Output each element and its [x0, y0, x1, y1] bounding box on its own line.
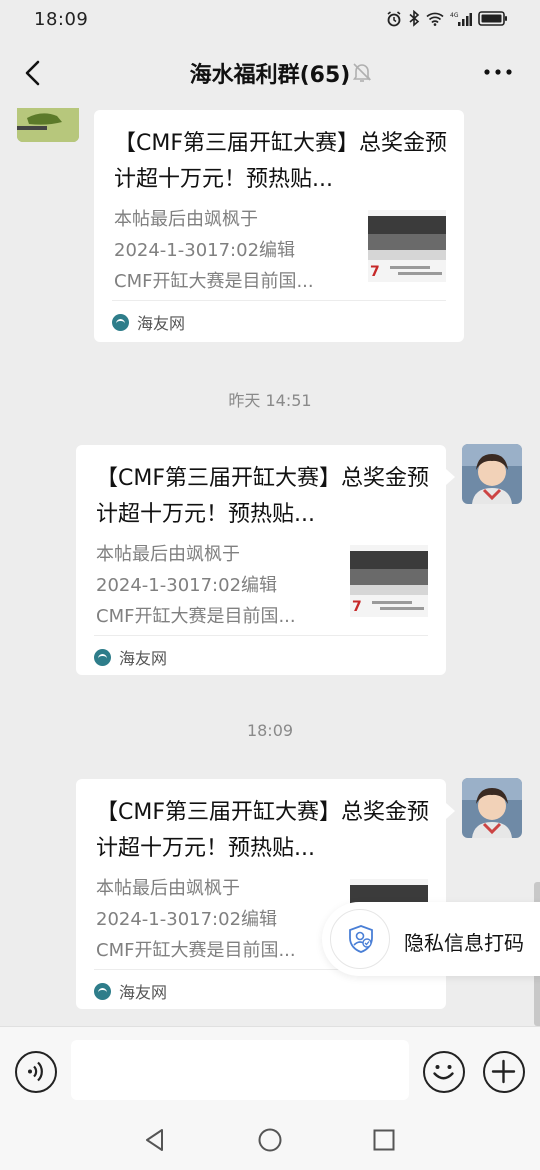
more-icon — [484, 69, 512, 75]
chat-header: 海水福利群(65) — [0, 40, 540, 108]
card-desc-line: 2024-1-3017:02编辑 — [114, 240, 296, 261]
card-desc-line: 本帖最后由飒枫于 — [96, 878, 240, 899]
privacy-label: 隐私信息打码 — [404, 931, 524, 955]
card-description: 本帖最后由飒枫于 2024-1-3017:02编辑 CMF开缸大赛是目前国... — [96, 539, 336, 632]
avatar-self[interactable] — [462, 444, 522, 504]
status-bar: 18:09 4G — [0, 0, 540, 40]
privacy-mask-button[interactable]: 隐私信息打码 — [322, 902, 540, 976]
card-thumbnail: 7 — [368, 210, 446, 282]
link-card[interactable]: 【CMF第三届开缸大赛】总奖金预计超十万元！预热贴... 本帖最后由飒枫于 20… — [76, 445, 446, 675]
avatar-sender[interactable] — [17, 108, 79, 142]
card-source: 海友网 — [94, 645, 167, 669]
card-desc-line: CMF开缸大赛是目前国... — [96, 940, 296, 961]
card-source: 海友网 — [112, 310, 185, 334]
alarm-icon — [386, 10, 402, 27]
time-separator: 18:09 — [246, 721, 294, 740]
shield-user-icon — [349, 925, 373, 953]
card-source-name: 海友网 — [119, 649, 168, 668]
bubble-tail — [446, 803, 455, 819]
voice-button[interactable] — [15, 1051, 57, 1093]
title-wrap: 海水福利群(65) — [0, 57, 540, 89]
link-card[interactable]: 【CMF第三届开缸大赛】总奖金预计超十万元！预热贴... 本帖最后由飒枫于 20… — [94, 110, 464, 342]
system-nav-bar — [0, 1110, 540, 1170]
status-icons: 4G — [386, 10, 508, 27]
nav-recent-button[interactable] — [373, 1129, 395, 1155]
source-logo-icon — [112, 313, 129, 331]
card-thumbnail: 7 — [350, 545, 428, 617]
battery-icon — [478, 11, 508, 26]
card-title: 【CMF第三届开缸大赛】总奖金预计超十万元！预热贴... — [96, 466, 429, 527]
emoji-button[interactable] — [423, 1051, 465, 1093]
card-desc-line: 2024-1-3017:02编辑 — [96, 575, 278, 596]
nav-back-icon — [146, 1129, 163, 1151]
source-logo-icon — [94, 648, 111, 666]
card-desc-line: CMF开缸大赛是目前国... — [114, 271, 314, 292]
message-input[interactable] — [71, 1040, 409, 1100]
card-source-name: 海友网 — [119, 983, 168, 1002]
input-bar — [0, 1026, 540, 1110]
card-desc-line: 本帖最后由飒枫于 — [114, 209, 258, 230]
privacy-icon-circle — [330, 909, 390, 969]
plus-icon — [491, 1059, 516, 1084]
card-title: 【CMF第三届开缸大赛】总奖金预计超十万元！预热贴... — [96, 800, 429, 861]
emoji-icon — [433, 1065, 454, 1080]
mute-bell-icon — [350, 60, 374, 84]
more-button[interactable] — [482, 62, 514, 82]
signal-4g-icon: 4G — [450, 11, 472, 27]
card-source-name: 海友网 — [137, 314, 186, 333]
message-list[interactable]: 【CMF第三届开缸大赛】总奖金预计超十万元！预热贴... 本帖最后由飒枫于 20… — [0, 108, 540, 1026]
nav-back-button[interactable] — [144, 1128, 166, 1156]
card-divider — [112, 300, 446, 301]
wifi-icon — [426, 12, 444, 26]
card-description: 本帖最后由飒枫于 2024-1-3017:02编辑 CMF开缸大赛是目前国... — [96, 873, 336, 966]
card-desc-line: CMF开缸大赛是目前国... — [96, 606, 296, 627]
card-desc-line: 本帖最后由飒枫于 — [96, 544, 240, 565]
nav-home-button[interactable] — [258, 1128, 282, 1156]
more-actions-button[interactable] — [483, 1051, 525, 1093]
status-time: 18:09 — [34, 9, 89, 30]
card-title: 【CMF第三届开缸大赛】总奖金预计超十万元！预热贴... — [114, 131, 447, 192]
svg-text:7: 7 — [370, 264, 380, 280]
bluetooth-icon — [408, 10, 420, 27]
voice-icon — [28, 1061, 43, 1082]
chat-title[interactable]: 海水福利群(65) — [190, 63, 351, 88]
source-logo-icon — [94, 982, 111, 1000]
time-separator: 昨天 14:51 — [228, 391, 312, 410]
card-source: 海友网 — [94, 979, 167, 1003]
svg-text:4G: 4G — [450, 12, 459, 19]
nav-home-icon — [258, 1128, 282, 1152]
card-description: 本帖最后由飒枫于 2024-1-3017:02编辑 CMF开缸大赛是目前国... — [114, 204, 354, 297]
avatar-self[interactable] — [462, 778, 522, 838]
nav-recent-icon — [373, 1129, 395, 1151]
bubble-tail — [446, 469, 455, 485]
svg-text:7: 7 — [352, 599, 362, 615]
card-divider — [94, 635, 428, 636]
card-desc-line: 2024-1-3017:02编辑 — [96, 909, 278, 930]
